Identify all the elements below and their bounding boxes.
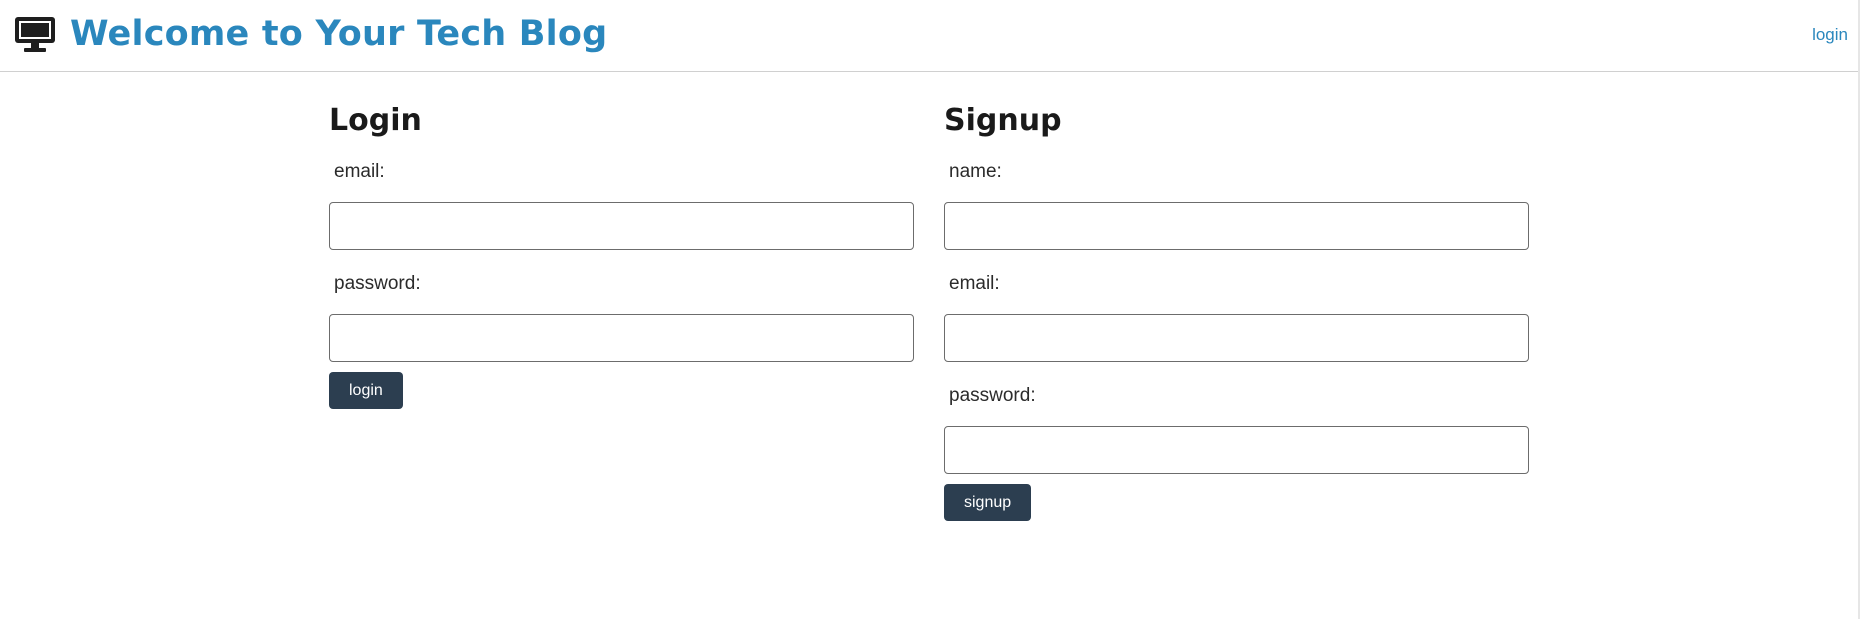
brand: Welcome to Your Tech Blog — [14, 12, 607, 56]
login-email-label: email: — [334, 161, 385, 182]
login-password-input[interactable] — [329, 314, 914, 362]
signup-button[interactable]: signup — [944, 484, 1032, 521]
login-panel: Login email: password: login — [329, 100, 914, 409]
site-header: Welcome to Your Tech Blog login — [0, 0, 1860, 72]
signup-password-label: password: — [949, 385, 1036, 406]
signup-name-label: name: — [949, 161, 1002, 182]
login-button[interactable]: login — [329, 372, 403, 409]
site-title: Welcome to Your Tech Blog — [70, 14, 608, 54]
login-email-input[interactable] — [329, 202, 914, 250]
login-heading: Login — [329, 103, 422, 138]
signup-heading: Signup — [944, 103, 1062, 138]
monitor-icon — [14, 15, 56, 53]
signup-name-input[interactable] — [944, 202, 1529, 250]
signup-email-label: email: — [949, 273, 1000, 294]
signup-email-input[interactable] — [944, 314, 1529, 362]
signup-password-input[interactable] — [944, 426, 1529, 474]
signup-panel: Signup name: email: password: signup — [944, 100, 1529, 521]
login-password-label: password: — [334, 273, 421, 294]
nav-login-link[interactable]: login — [1812, 25, 1848, 45]
